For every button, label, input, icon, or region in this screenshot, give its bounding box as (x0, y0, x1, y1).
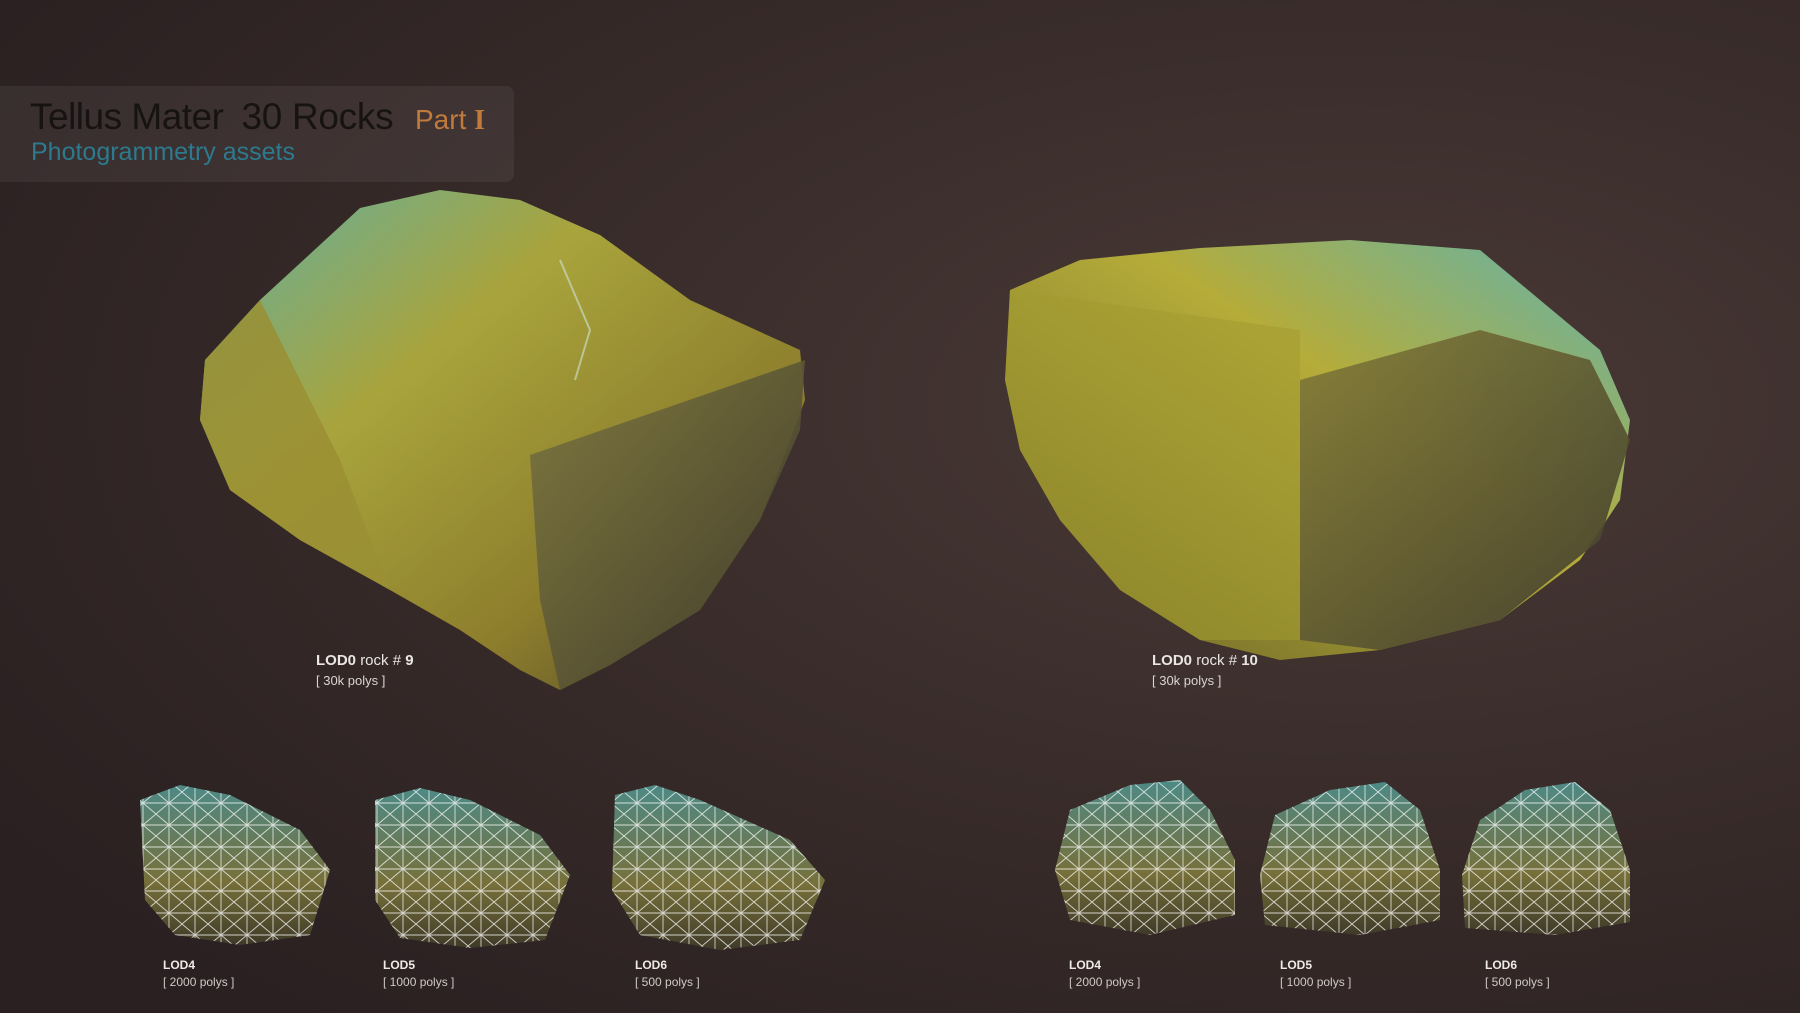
lod-polys: [ 2000 polys ] (163, 975, 235, 989)
lod-polys: [ 500 polys ] (1485, 975, 1550, 989)
rock-renders (140, 190, 1630, 950)
lod-label: LOD5 (383, 958, 416, 972)
rock-9-lod: LOD0 (316, 652, 357, 669)
lod-polys: [ 1000 polys ] (1280, 975, 1352, 989)
rock-10-lod6-caption: LOD6 [ 500 polys ] (1485, 958, 1550, 989)
rock-9-caption: LOD0 rock # 9 [ 30k polys ] (316, 652, 414, 688)
rock-9-lod5-render (375, 788, 570, 948)
rock-9-title: LOD0 rock # 9 (316, 652, 414, 669)
lod-label: LOD4 (163, 958, 196, 972)
rock-10-render (1005, 240, 1630, 660)
rock-9-number: 9 (405, 652, 414, 669)
lod-label: LOD6 (635, 958, 668, 972)
lod-polys: [ 2000 polys ] (1069, 975, 1141, 989)
rock-9-lod4-caption: LOD4 [ 2000 polys ] (163, 958, 234, 989)
rock-10-number: 10 (1241, 652, 1258, 669)
rock-9-lod6-caption: LOD6 [ 500 polys ] (635, 958, 700, 989)
lod-polys: [ 500 polys ] (635, 975, 700, 989)
lod-label: LOD5 (1280, 958, 1313, 972)
rock-10-lod6-render (1462, 782, 1630, 935)
lod-label: LOD4 (1069, 958, 1102, 972)
rock-9-polys: [ 30k polys ] (316, 673, 386, 688)
rock-9-rock-text: rock # (360, 652, 402, 669)
rock-10-rock-text: rock # (1196, 652, 1238, 669)
rock-10-lod4-render (1055, 780, 1235, 935)
lod-polys: [ 1000 polys ] (383, 975, 455, 989)
rock-9-lod6-render (612, 785, 825, 950)
rock-10-lod5-caption: LOD5 [ 1000 polys ] (1280, 958, 1351, 989)
rock-9-render (200, 190, 805, 690)
rock-9-lod4-render (140, 785, 330, 945)
lod-label: LOD6 (1485, 958, 1518, 972)
rock-10-lod: LOD0 (1152, 652, 1193, 669)
rock-9-lod5-caption: LOD5 [ 1000 polys ] (383, 958, 454, 989)
rock-10-caption: LOD0 rock # 10 [ 30k polys ] (1152, 652, 1258, 688)
rock-10-title: LOD0 rock # 10 (1152, 652, 1258, 669)
rock-10-lod4-caption: LOD4 [ 2000 polys ] (1069, 958, 1140, 989)
rock-10-lod5-render (1260, 782, 1440, 935)
rock-10-polys: [ 30k polys ] (1152, 673, 1222, 688)
